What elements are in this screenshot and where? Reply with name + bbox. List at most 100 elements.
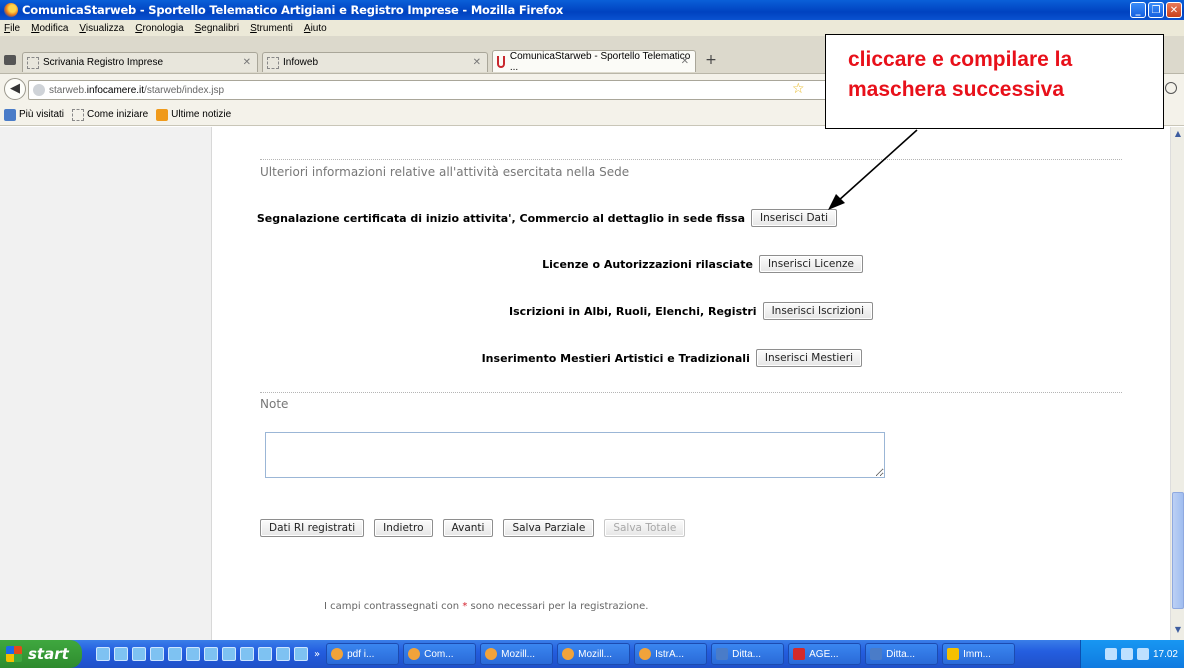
tab-scrivania[interactable]: Scrivania Registro Imprese ✕ (22, 52, 258, 72)
taskbar-item[interactable]: pdf i... (326, 643, 400, 665)
taskbar-item-label: IstrA... (655, 648, 685, 660)
taskbar-item[interactable]: Ditta... (865, 643, 939, 665)
taskbar-item[interactable]: Mozill... (557, 643, 631, 665)
quick-launch-icon[interactable] (168, 647, 182, 661)
annotation-line: maschera successiva (848, 78, 1064, 101)
quick-launch-icon[interactable] (258, 647, 272, 661)
vertical-scrollbar[interactable]: ▲ ▼ (1170, 127, 1184, 640)
url-prefix: starweb. (49, 84, 87, 96)
form-actions: Dati RI registrati Indietro Avanti Salva… (260, 519, 695, 537)
volume-icon[interactable] (1120, 648, 1133, 660)
tab-label: Scrivania Registro Imprese (43, 57, 164, 68)
salva-parziale-button[interactable]: Salva Parziale (503, 519, 595, 537)
row-label: Segnalazione certificata di inizio attiv… (256, 211, 746, 225)
quick-launch (96, 647, 308, 661)
quick-launch-icon[interactable] (204, 647, 218, 661)
taskbar-item[interactable]: AGE... (788, 643, 862, 665)
new-tab-button[interactable]: + (700, 52, 722, 70)
menu-visualizza[interactable]: Visualizza (79, 23, 124, 34)
minimize-button[interactable]: _ (1130, 2, 1146, 18)
quick-launch-icon[interactable] (294, 647, 308, 661)
close-button[interactable]: ✕ (1166, 2, 1182, 18)
taskbar: start » pdf i... Com... Mozill... Mozill… (0, 640, 1184, 668)
scrollbar-thumb[interactable] (1172, 492, 1184, 609)
windows-flag-icon (6, 646, 22, 662)
taskbar-item-label: Mozill... (578, 648, 613, 660)
menu-modifica[interactable]: Modifica (31, 23, 68, 34)
bookmark-ultime-notizie[interactable]: Ultime notizie (156, 108, 232, 121)
network-icon[interactable] (1104, 648, 1117, 660)
taskbar-item-label: Com... (424, 648, 454, 660)
taskbar-item[interactable]: Com... (403, 643, 477, 665)
inserisci-mestieri-button[interactable]: Inserisci Mestieri (755, 349, 862, 367)
dati-ri-registrati-button[interactable]: Dati RI registrati (260, 519, 365, 537)
quick-launch-icon[interactable] (114, 647, 128, 661)
tab-close-icon[interactable]: ✕ (473, 57, 481, 68)
taskbar-item[interactable]: Imm... (942, 643, 1016, 665)
bookmark-come-iniziare[interactable]: Come iniziare (72, 108, 149, 121)
quick-launch-icon[interactable] (186, 647, 200, 661)
quick-launch-icon[interactable] (276, 647, 290, 661)
scroll-up-arrow-icon[interactable]: ▲ (1172, 129, 1184, 141)
footnote-text-before: I campi contrassegnati con (324, 601, 460, 612)
note-textarea[interactable] (265, 432, 885, 478)
window-title-bar[interactable]: ComunicaStarweb - Sportello Telematico A… (0, 0, 1184, 20)
maximize-button[interactable]: ❐ (1148, 2, 1164, 18)
clock[interactable]: 17.02 (1153, 649, 1178, 660)
page-icon (267, 56, 279, 69)
tab-label: Infoweb (283, 57, 319, 68)
tab-close-icon[interactable]: ✕ (243, 57, 251, 68)
taskbar-item[interactable]: Ditta... (711, 643, 785, 665)
bookmark-label: Ultime notizie (171, 109, 232, 120)
url-path: /starweb/index.jsp (144, 84, 225, 96)
tab-label: ComunicaStarweb - Sportello Telematico .… (509, 50, 691, 73)
quick-launch-icon[interactable] (240, 647, 254, 661)
bookmark-star-icon[interactable]: ☆ (792, 81, 805, 97)
taskbar-item-label: Imm... (963, 648, 991, 660)
menu-aiuto[interactable]: Aiuto (304, 23, 327, 34)
document-icon (870, 648, 883, 660)
indietro-button[interactable]: Indietro (374, 519, 433, 537)
inserisci-dati-button[interactable]: Inserisci Dati (751, 209, 837, 227)
divider (260, 392, 1122, 393)
tab-infoweb[interactable]: Infoweb ✕ (262, 52, 488, 72)
menu-strumenti[interactable]: Strumenti (250, 23, 293, 34)
row-scia: Segnalazione certificata di inizio attiv… (257, 209, 837, 227)
page-icon (27, 56, 39, 69)
folder-icon (331, 648, 344, 660)
quick-launch-icon[interactable] (222, 647, 236, 661)
rss-icon (156, 108, 169, 121)
inserisci-licenze-button[interactable]: Inserisci Licenze (758, 255, 863, 273)
folder-icon (4, 108, 16, 121)
back-button[interactable]: ◀ (4, 78, 26, 100)
menu-file[interactable]: File (4, 23, 20, 34)
comunica-icon (497, 55, 505, 68)
scroll-down-arrow-icon[interactable]: ▼ (1172, 625, 1184, 637)
quick-launch-icon[interactable] (132, 647, 146, 661)
menu-segnalibri[interactable]: Segnalibri (195, 23, 239, 34)
tab-comunicastarweb[interactable]: ComunicaStarweb - Sportello Telematico .… (492, 50, 696, 73)
quick-launch-more[interactable]: » (314, 649, 320, 660)
pdf-icon (793, 648, 806, 660)
avanti-button[interactable]: Avanti (442, 519, 494, 537)
menu-cronologia[interactable]: Cronologia (135, 23, 183, 34)
tab-close-icon[interactable]: ✕ (681, 56, 689, 67)
printer-icon[interactable] (4, 55, 16, 65)
row-label: Licenze o Autorizzazioni rilasciate (542, 257, 753, 271)
inserisci-iscrizioni-button[interactable]: Inserisci Iscrizioni (762, 302, 873, 320)
taskbar-item[interactable]: Mozill... (480, 643, 554, 665)
globe-icon (33, 84, 45, 96)
security-icon[interactable] (1136, 648, 1149, 660)
bookmark-piu-visitati[interactable]: Più visitati (4, 108, 64, 121)
start-label: start (28, 645, 69, 663)
taskbar-item[interactable]: IstrA... (634, 643, 708, 665)
required-fields-note: I campi contrassegnati con * sono necess… (324, 601, 648, 612)
row-mestieri: Inserimento Mestieri Artistici e Tradizi… (482, 349, 862, 367)
quick-launch-icon[interactable] (96, 647, 110, 661)
start-button[interactable]: start (0, 640, 82, 668)
quick-launch-icon[interactable] (150, 647, 164, 661)
bookmark-label: Come iniziare (87, 109, 149, 120)
annotation-callout: cliccare e compilare la maschera success… (825, 34, 1164, 129)
history-icon[interactable] (1165, 82, 1177, 94)
page-viewport: Ulteriori informazioni relative all'atti… (0, 127, 1170, 640)
